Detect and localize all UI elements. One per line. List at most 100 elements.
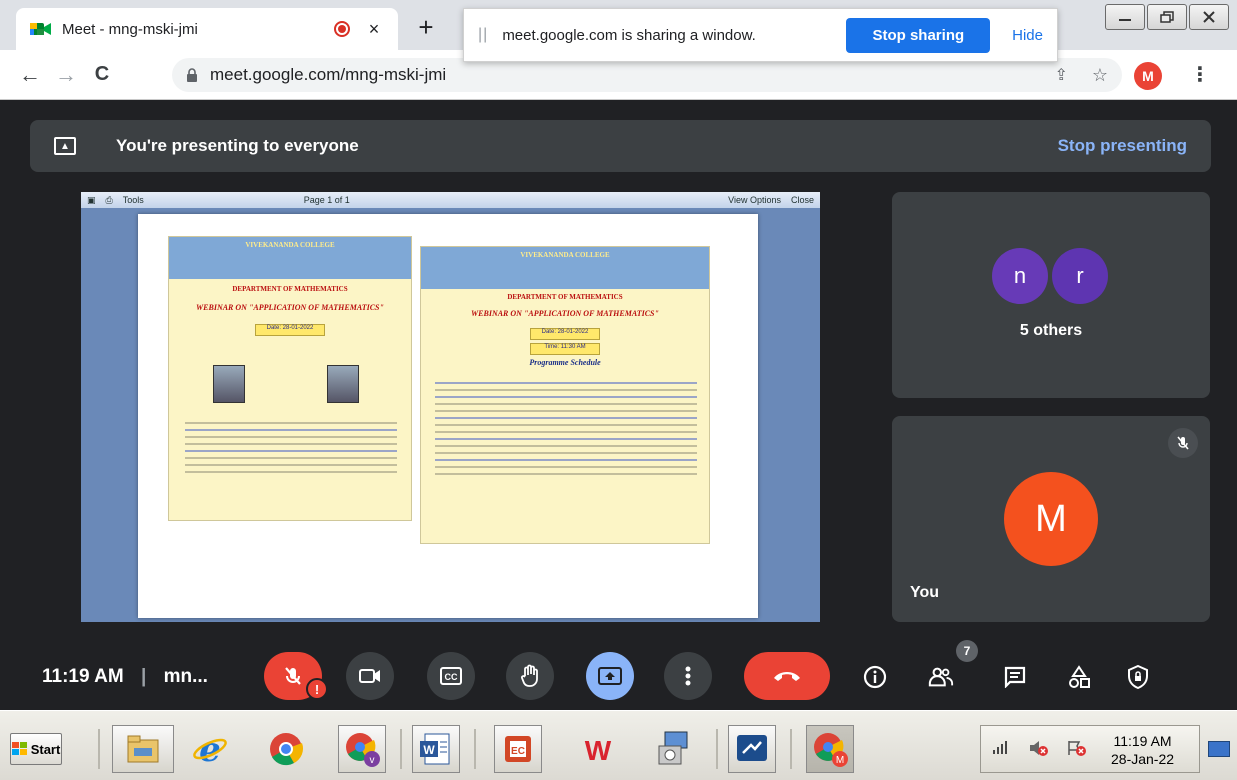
raise-hand-button[interactable] xyxy=(506,652,554,700)
muted-mic-icon xyxy=(1168,428,1198,458)
activities-button[interactable] xyxy=(1066,664,1092,690)
recording-indicator-icon xyxy=(334,21,350,37)
meeting-clock: 11:19 AM | mn... xyxy=(42,666,208,688)
shield-lock-icon xyxy=(1128,665,1148,689)
flyer-college-name: VIVEKANANDA COLLEGE xyxy=(520,251,610,259)
hide-button[interactable]: Hide xyxy=(1012,27,1043,44)
lock-icon xyxy=(186,68,198,82)
share-message: meet.google.com is sharing a window. xyxy=(502,26,756,44)
browser-tab-meet[interactable]: Meet - mng-mski-jmi × xyxy=(16,8,398,50)
tab-close-button[interactable]: × xyxy=(364,19,384,40)
network-connection-icon[interactable] xyxy=(728,725,776,773)
flag-alert-icon[interactable] xyxy=(1067,740,1087,759)
flyer-header: VIVEKANANDA COLLEGE xyxy=(421,247,709,289)
minimize-button[interactable] xyxy=(1105,4,1145,30)
svg-text:W: W xyxy=(585,735,612,764)
forward-arrow-icon[interactable]: → xyxy=(48,62,84,88)
hang-up-icon xyxy=(774,672,800,681)
participant-avatar-r: r xyxy=(1052,248,1108,304)
chat-button[interactable] xyxy=(1002,664,1028,690)
svg-text:v: v xyxy=(370,755,375,766)
maximize-button[interactable] xyxy=(1147,4,1187,30)
tray-clock[interactable]: 11:19 AM 28-Jan-22 xyxy=(1111,732,1174,768)
leave-call-button[interactable] xyxy=(744,652,830,700)
window-controls xyxy=(1105,4,1229,30)
signal-bars-icon[interactable] xyxy=(993,740,1011,757)
stop-sharing-button[interactable]: Stop sharing xyxy=(846,17,991,53)
volume-muted-icon[interactable] xyxy=(1029,740,1049,759)
meeting-code: mn... xyxy=(163,666,208,687)
stop-presenting-button[interactable]: Stop presenting xyxy=(1058,136,1187,156)
start-label: Start xyxy=(30,741,61,757)
chrome-profile-m-icon[interactable]: M xyxy=(806,725,854,773)
meet-control-bar: 11:19 AM | mn... ! CC 7 xyxy=(0,630,1237,710)
speaker-photo-1 xyxy=(213,365,245,403)
tray-time: 11:19 AM xyxy=(1113,733,1172,749)
self-label: You xyxy=(910,584,940,601)
people-icon xyxy=(928,667,954,687)
camera-toggle-button[interactable] xyxy=(346,652,394,700)
tab-title: Meet - mng-mski-jmi xyxy=(62,20,198,38)
address-bar[interactable]: meet.google.com/mng-mski-jmi ⇪ ☆ xyxy=(172,58,1122,92)
people-button[interactable] xyxy=(928,664,954,690)
chrome-icon[interactable] xyxy=(262,725,310,773)
screen-share-notification: || meet.google.com is sharing a window. … xyxy=(463,8,1058,62)
word-icon[interactable]: W xyxy=(412,725,460,773)
shared-window-preview: ▣ ⎙ Tools Page 1 of 1 View Options Close… xyxy=(81,192,820,622)
flyer-date: Date: 28-01-2022 xyxy=(530,328,600,340)
file-manager-icon[interactable] xyxy=(112,725,174,773)
chat-icon xyxy=(1004,666,1026,688)
browser-menu-icon[interactable]: ⋮ xyxy=(1190,62,1210,87)
tools-menu: Tools xyxy=(122,195,144,205)
save-icon: ▣ xyxy=(87,194,96,205)
view-options-menu: View Options xyxy=(728,195,781,205)
document-page: VIVEKANANDA COLLEGE DEPARTMENT OF MATHEM… xyxy=(138,214,758,618)
camera-icon xyxy=(359,669,380,683)
self-tile[interactable]: M You xyxy=(892,416,1210,622)
presentation-icon[interactable]: EC xyxy=(494,725,542,773)
page-indicator: Page 1 of 1 xyxy=(303,195,350,205)
present-now-button[interactable] xyxy=(586,652,634,700)
system-tray: 11:19 AM 28-Jan-22 xyxy=(980,725,1200,773)
profile-avatar[interactable]: M xyxy=(1134,62,1162,90)
bookmark-star-icon[interactable]: ☆ xyxy=(1092,65,1108,86)
internet-explorer-icon[interactable]: e xyxy=(186,725,234,773)
start-button[interactable]: Start xyxy=(10,733,62,765)
taskbar-separator xyxy=(400,729,402,769)
chrome-profile-v-icon[interactable]: v xyxy=(338,725,386,773)
document-viewer-toolbar: ▣ ⎙ Tools Page 1 of 1 View Options Close xyxy=(81,192,820,208)
mic-warning-icon: ! xyxy=(306,678,328,700)
captions-button[interactable]: CC xyxy=(427,652,475,700)
url-text: meet.google.com/mng-mski-jmi xyxy=(210,65,447,84)
flyer-schedule-lines xyxy=(427,377,705,480)
more-options-button[interactable] xyxy=(664,652,712,700)
flyer-department: DEPARTMENT OF MATHEMATICS xyxy=(232,285,348,293)
presenting-banner: ▲ You're presenting to everyone Stop pre… xyxy=(30,120,1211,172)
svg-text:e: e xyxy=(199,731,221,767)
divider: | xyxy=(140,666,147,687)
back-arrow-icon[interactable]: ← xyxy=(12,62,48,88)
present-screen-icon: ▲ xyxy=(54,137,76,155)
flyer-webinar-title: WEBINAR ON "APPLICATION OF MATHEMATICS" xyxy=(471,309,659,318)
reload-icon[interactable]: C xyxy=(84,63,120,86)
meet-favicon-icon xyxy=(30,21,52,37)
people-count-badge: 7 xyxy=(956,640,978,662)
host-controls-button[interactable] xyxy=(1125,664,1151,690)
taskbar-separator xyxy=(716,729,718,769)
close-window-button[interactable] xyxy=(1189,4,1229,30)
flyer-left: VIVEKANANDA COLLEGE DEPARTMENT OF MATHEM… xyxy=(168,236,412,521)
drag-handle-icon[interactable]: || xyxy=(478,26,488,44)
wps-office-icon[interactable]: W xyxy=(574,725,622,773)
present-screen-icon xyxy=(598,667,622,685)
svg-text:M: M xyxy=(836,755,844,766)
taskbar-separator xyxy=(98,729,100,769)
show-desktop-button[interactable] xyxy=(1208,741,1230,757)
new-tab-button[interactable]: + xyxy=(412,12,440,43)
participants-tile[interactable]: n r 5 others xyxy=(892,192,1210,398)
svg-text:W: W xyxy=(423,743,435,757)
share-page-icon[interactable]: ⇪ xyxy=(1054,65,1067,85)
meeting-info-button[interactable] xyxy=(862,664,888,690)
more-vert-icon xyxy=(685,666,691,686)
installer-icon[interactable] xyxy=(650,725,698,773)
flyer-header: VIVEKANANDA COLLEGE xyxy=(169,237,411,279)
